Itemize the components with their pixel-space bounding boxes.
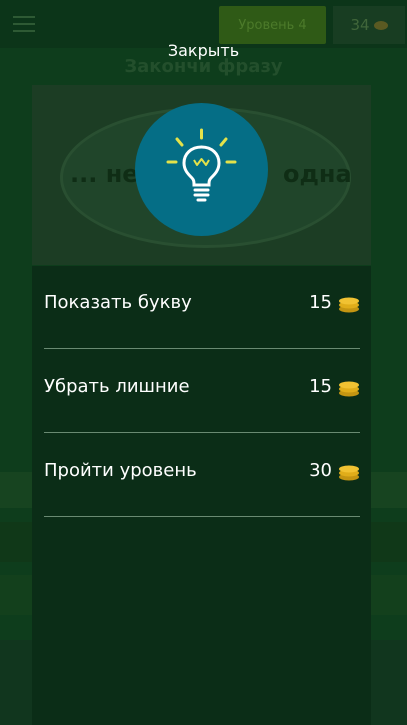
- coin-balance-value: 34: [350, 16, 370, 34]
- hint-price: 15: [309, 376, 332, 397]
- hint-remove-extra[interactable]: Убрать лишние 15: [44, 348, 360, 433]
- coin-icon: [339, 297, 359, 313]
- hint-price: 30: [309, 460, 332, 481]
- hint-price: 15: [309, 292, 332, 313]
- coin-balance: 34: [333, 6, 405, 44]
- phrase-text-left: ... не: [70, 160, 139, 188]
- hint-label: Показать букву: [44, 292, 192, 313]
- coin-icon: [339, 465, 359, 481]
- menu-icon: [13, 16, 35, 32]
- hint-skip-level[interactable]: Пройти уровень 30: [44, 432, 360, 517]
- hint-show-letter[interactable]: Показать букву 15: [44, 264, 360, 349]
- phrase-text-right: одна: [283, 160, 352, 188]
- levels-button: Уровень 4: [219, 6, 326, 44]
- lightbulb-icon: [135, 103, 268, 236]
- hint-label: Убрать лишние: [44, 376, 190, 397]
- hint-label: Пройти уровень: [44, 460, 197, 481]
- coin-icon: [339, 381, 359, 397]
- close-button[interactable]: Закрыть: [0, 41, 407, 60]
- coin-icon: [373, 20, 388, 30]
